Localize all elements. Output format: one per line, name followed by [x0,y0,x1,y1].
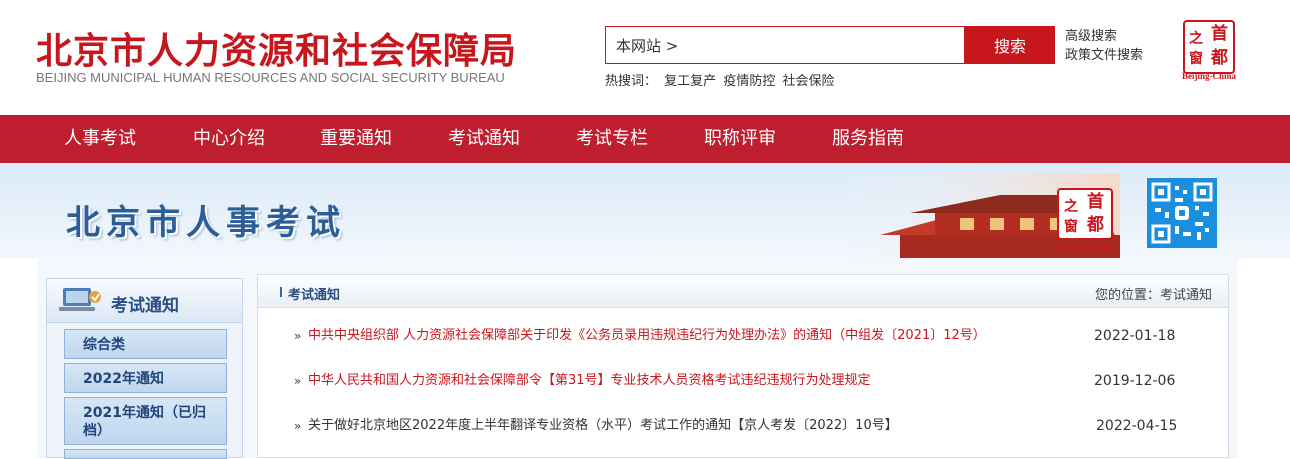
hot-search-words: 热搜词： 复工复产 疫情防控 社会保险 [605,70,837,89]
nav-item-title-review[interactable]: 职称评审 [704,115,776,163]
site-subtitle: BEIJING MUNICIPAL HUMAN RESOURCES AND SO… [36,70,505,85]
site-header: 北京市人力资源和社会保障局 BEIJING MUNICIPAL HUMAN RE… [0,0,1290,115]
bullet-icon: » [294,419,302,433]
nav-item-service-guide[interactable]: 服务指南 [832,115,904,163]
banner-title: 北京市人事考试 [66,203,346,243]
list-item-link[interactable]: 关于做好北京地区2022年度上半年翻译专业资格（水平）考试工作的通知【京人考发〔… [308,411,898,441]
nav-item-exam-notices[interactable]: 考试通知 [448,115,520,163]
page-banner: 北京市人事考试 首 都 之 窗 Beijing-China [0,163,1290,258]
advanced-search-links: 高级搜索 政策文件搜索 [1065,27,1143,65]
seal-caption: Beijing-China [1055,241,1110,251]
seal-char: 之 [1189,31,1203,47]
seal-char: 都 [1087,215,1104,235]
hot-word-link[interactable]: 社会保险 [782,74,834,89]
advanced-search-link[interactable]: 高级搜索 [1065,27,1143,46]
list-item-date: 2019-12-06 [1094,373,1176,389]
site-title[interactable]: 北京市人力资源和社会保障局 [36,22,517,74]
seal-char: 首 [1211,24,1228,44]
seal-char: 之 [1064,199,1078,215]
sidebar-item-2022[interactable]: 2022年通知 [64,363,227,393]
list-item: » 中华人民共和国人力资源和社会保障部令【第31号】专业技术人员资格考试违纪违规… [258,366,1228,396]
header-marker [280,287,282,297]
nav-item-notices[interactable]: 重要通知 [320,115,392,163]
hot-word-link[interactable]: 疫情防控 [723,74,775,89]
sidebar-item-general[interactable]: 综合类 [64,329,227,359]
list-item: » 中共中央组织部 人力资源社会保障部关于印发《公务员录用违规违纪行为处理办法》… [258,321,1228,351]
nav-item-exam-column[interactable]: 考试专栏 [576,115,648,163]
computer-icon [59,288,101,311]
seal-char: 窗 [1064,219,1078,235]
notice-list-panel: 考试通知 您的位置：考试通知 » 中共中央组织部 人力资源社会保障部关于印发《公… [257,274,1229,458]
hot-search-label: 热搜词： [605,74,658,89]
capital-window-logo[interactable]: 首 都 之 窗 [1183,20,1235,74]
policy-search-link[interactable]: 政策文件搜索 [1065,46,1143,65]
search-button[interactable]: 搜索 [965,26,1055,64]
sidebar-item-2021[interactable]: 2021年通知（已归档） [64,397,227,445]
seal-char: 都 [1211,48,1228,68]
list-item-date: 2022-04-15 [1096,418,1178,434]
hot-word-link[interactable]: 复工复产 [664,74,716,89]
list-item-date: 2022-01-18 [1094,328,1176,344]
list-item: » 关于做好北京地区2022年度上半年翻译专业资格（水平）考试工作的通知【京人考… [258,411,1228,441]
list-item-link[interactable]: 中华人民共和国人力资源和社会保障部令【第31号】专业技术人员资格考试违纪违规行为… [308,366,871,396]
search-input[interactable] [606,27,964,63]
seal-char: 窗 [1189,51,1203,67]
panel-title: 考试通知 [288,288,341,303]
seal-char: 首 [1087,192,1104,212]
search-box [605,26,965,64]
bullet-icon: » [294,329,302,343]
bullet-icon: » [294,374,302,388]
panel-header: 考试通知 您的位置：考试通知 [258,275,1228,308]
list-item-link[interactable]: 中共中央组织部 人力资源社会保障部关于印发《公务员录用违规违纪行为处理办法》的通… [308,321,986,351]
seal-caption: Beijing-China [1181,71,1236,81]
nav-item-exam[interactable]: 人事考试 [64,115,136,163]
sidebar-title: 考试通知 [111,296,179,316]
nav-item-center[interactable]: 中心介绍 [193,115,265,163]
capital-window-banner-logo[interactable]: 首 都 之 窗 [1057,188,1113,240]
breadcrumb: 您的位置：考试通知 [1094,288,1212,303]
qr-code-icon[interactable] [1147,178,1217,248]
sidebar-header: 考试通知 [47,279,242,323]
sidebar: 考试通知 综合类 2022年通知 2021年通知（已归档） [46,278,243,459]
main-nav: 人事考试 中心介绍 重要通知 考试通知 考试专栏 职称评审 服务指南 [0,115,1290,163]
